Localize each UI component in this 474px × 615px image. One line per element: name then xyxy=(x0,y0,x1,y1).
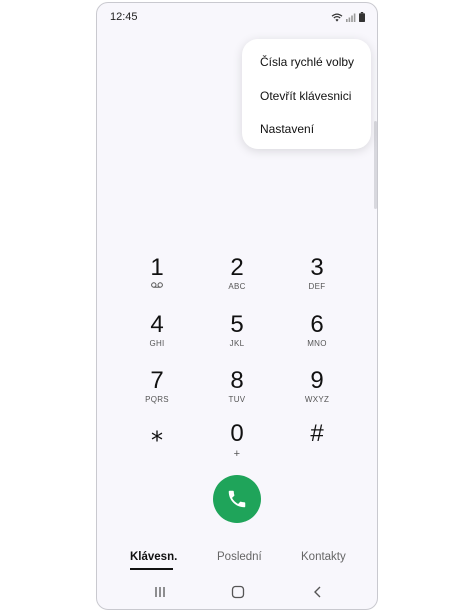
menu-item-open-keypad[interactable]: Otevřít klávesnici xyxy=(260,89,351,103)
navigation-bar xyxy=(97,583,377,607)
key-letters: PQRS xyxy=(145,395,169,404)
key-0[interactable]: 0 + xyxy=(202,421,272,469)
key-letters: MNO xyxy=(307,339,327,348)
key-2[interactable]: 2 ABC xyxy=(202,255,272,303)
key-digit: 9 xyxy=(310,367,324,394)
key-6[interactable]: 6 MNO xyxy=(282,312,352,360)
phone-icon xyxy=(228,490,246,508)
key-letters: WXYZ xyxy=(304,395,330,404)
key-3[interactable]: 3 DEF xyxy=(282,255,352,303)
key-8[interactable]: 8 TUV xyxy=(202,368,272,416)
key-hash[interactable]: # xyxy=(282,421,352,469)
key-letters: GHI xyxy=(149,339,165,348)
menu-item-settings[interactable]: Nastavení xyxy=(260,122,314,136)
status-icons xyxy=(331,12,365,22)
wifi-icon xyxy=(331,13,343,22)
key-9[interactable]: 9 WXYZ xyxy=(282,368,352,416)
key-digit: 3 xyxy=(310,254,324,281)
key-letters: TUV xyxy=(228,395,246,404)
key-digit: 0 xyxy=(230,420,244,447)
tab-keypad[interactable]: Klávesn. xyxy=(130,551,177,563)
scroll-handle[interactable] xyxy=(374,121,377,209)
call-button[interactable] xyxy=(213,475,261,523)
key-1[interactable]: 1 xyxy=(122,255,192,303)
key-digit: 8 xyxy=(230,367,244,394)
key-digit: 4 xyxy=(150,311,164,338)
tab-recents[interactable]: Poslední xyxy=(217,551,262,563)
key-letters: DEF xyxy=(308,282,326,291)
signal-icon xyxy=(346,13,356,22)
key-letters: JKL xyxy=(229,339,245,348)
home-icon[interactable] xyxy=(231,585,245,599)
key-letters: ABC xyxy=(228,282,246,291)
key-digit: 1 xyxy=(150,254,164,281)
status-bar: 12:45 xyxy=(97,3,377,31)
active-tab-indicator xyxy=(130,568,173,570)
recents-icon[interactable] xyxy=(153,585,167,599)
bottom-tabs: Klávesn. Poslední Kontakty xyxy=(97,549,377,573)
key-letters: + xyxy=(233,448,241,460)
key-digit: 5 xyxy=(230,311,244,338)
back-icon[interactable] xyxy=(311,585,325,599)
battery-icon xyxy=(359,12,365,22)
key-star[interactable]: ⁎ xyxy=(122,421,192,469)
tab-contacts[interactable]: Kontakty xyxy=(301,551,346,563)
key-digit: ⁎ xyxy=(151,420,163,447)
key-digit: 6 xyxy=(310,311,324,338)
overflow-menu: Čísla rychlé volby Otevřít klávesnici Na… xyxy=(242,39,371,149)
key-7[interactable]: 7 PQRS xyxy=(122,368,192,416)
status-time: 12:45 xyxy=(110,11,138,23)
key-4[interactable]: 4 GHI xyxy=(122,312,192,360)
key-digit: 2 xyxy=(230,254,244,281)
key-digit: 7 xyxy=(150,367,164,394)
menu-item-speed-dial[interactable]: Čísla rychlé volby xyxy=(260,55,354,69)
key-digit: # xyxy=(310,420,324,447)
phone-screen: 12:45 Čísla rychlé volby Otevřít klávesn… xyxy=(96,2,378,610)
voicemail-icon xyxy=(151,282,163,288)
key-5[interactable]: 5 JKL xyxy=(202,312,272,360)
